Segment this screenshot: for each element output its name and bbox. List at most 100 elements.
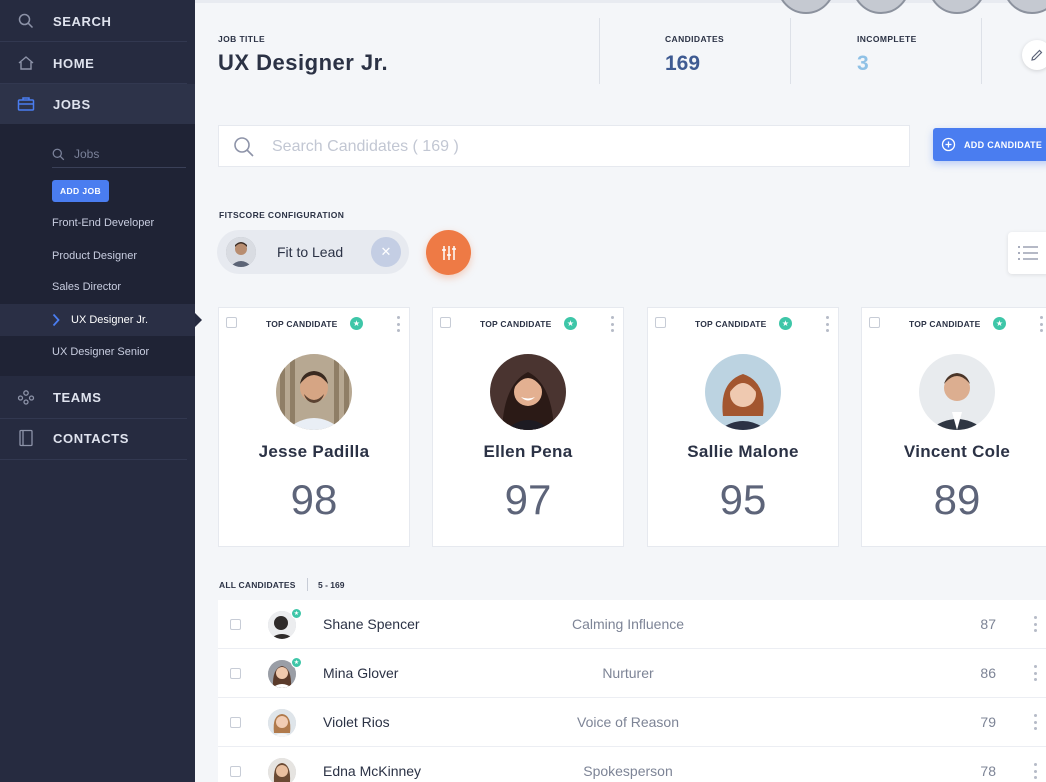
avatar [268, 709, 296, 737]
search-icon [234, 137, 254, 157]
nav-search-label: SEARCH [53, 13, 112, 29]
job-title: UX Designer Jr. [218, 50, 389, 75]
select-checkbox[interactable] [230, 668, 241, 679]
team-avatar[interactable] [777, 0, 835, 14]
select-checkbox[interactable] [440, 317, 451, 328]
home-icon [17, 54, 35, 72]
candidates-label: CANDIDATES [665, 34, 725, 44]
add-job-button[interactable]: ADD JOB [52, 180, 109, 202]
briefcase-icon [17, 95, 35, 113]
fitscore-chip[interactable]: Fit to Lead ✕ [217, 230, 409, 274]
candidate-name: Mina Glover [323, 665, 399, 681]
top-candidate-badge: TOP CANDIDATE [695, 319, 767, 329]
more-vertical-icon[interactable] [610, 316, 614, 332]
top-candidate-badge: TOP CANDIDATE [480, 319, 552, 329]
top-candidate-card[interactable]: TOP CANDIDATE ★ Vincent Cole 89 [861, 307, 1046, 547]
select-checkbox[interactable] [655, 317, 666, 328]
more-vertical-icon[interactable] [1039, 316, 1043, 332]
select-checkbox[interactable] [869, 317, 880, 328]
table-row[interactable]: Edna McKinney Spokesperson 78 [218, 747, 1046, 782]
nav-search[interactable]: SEARCH [0, 1, 195, 41]
all-candidates-range: 5 - 169 [318, 580, 345, 590]
more-vertical-icon[interactable] [1033, 763, 1037, 779]
candidate-name: Vincent Cole [903, 442, 1011, 461]
nav-jobs-label: JOBS [53, 96, 91, 112]
select-checkbox[interactable] [230, 766, 241, 777]
job-title-label: JOB TITLE [218, 34, 266, 44]
nav-divider [0, 459, 187, 460]
jobs-search-input[interactable]: Jobs [52, 140, 186, 168]
more-vertical-icon[interactable] [825, 316, 829, 332]
header-divider [981, 18, 982, 84]
candidate-name: Ellen Pena [483, 442, 573, 461]
label-divider [307, 578, 308, 591]
search-icon [52, 148, 65, 161]
candidate-name: Violet Rios [323, 714, 390, 730]
star-icon: ★ [291, 608, 302, 619]
candidates-count: 169 [665, 52, 701, 75]
more-vertical-icon[interactable] [1033, 665, 1037, 681]
edit-job-button[interactable] [1022, 40, 1046, 70]
job-item-label: UX Designer Senior [52, 346, 150, 358]
top-candidate-card[interactable]: TOP CANDIDATE ★ Ellen Pena 97 [432, 307, 624, 547]
sliders-icon [441, 245, 456, 260]
teams-icon [17, 388, 35, 406]
nav-home[interactable]: HOME [0, 43, 195, 83]
fitscore-settings-button[interactable] [426, 230, 471, 275]
team-avatar[interactable] [928, 0, 986, 14]
select-checkbox[interactable] [230, 619, 241, 630]
plus-circle-icon [941, 137, 956, 152]
team-avatar[interactable] [852, 0, 910, 14]
fitscore-chip-label: Fit to Lead [277, 244, 344, 260]
avatar [226, 237, 256, 267]
sidebar-job-sales-director[interactable]: Sales Director [0, 271, 195, 303]
avatar [919, 354, 995, 430]
candidate-role: Calming Influence [571, 616, 685, 632]
top-candidate-badge: TOP CANDIDATE [266, 319, 338, 329]
top-border [195, 0, 1046, 3]
list-icon [1018, 246, 1038, 260]
list-view-toggle[interactable] [1008, 232, 1046, 274]
table-row[interactable]: ★ Shane Spencer Calming Influence 87 [218, 600, 1046, 649]
sidebar-job-ux-designer-senior[interactable]: UX Designer Senior [0, 336, 195, 368]
nav-teams[interactable]: TEAMS [0, 377, 195, 417]
candidate-role: Spokesperson [583, 763, 673, 779]
select-checkbox[interactable] [226, 317, 237, 328]
select-checkbox[interactable] [230, 717, 241, 728]
fitscore-config-label: FITSCORE CONFIGURATION [219, 210, 345, 220]
sidebar-job-product-designer[interactable]: Product Designer [0, 240, 195, 272]
star-icon: ★ [291, 657, 302, 668]
candidate-score: 98 [290, 476, 338, 523]
table-row[interactable]: Violet Rios Voice of Reason 79 [218, 698, 1046, 747]
nav-contacts[interactable]: CONTACTS [0, 418, 195, 458]
more-vertical-icon[interactable] [1033, 616, 1037, 632]
sidebar: SEARCH HOME JOBS Jobs ADD JOB Front-End … [0, 0, 195, 782]
avatar [705, 354, 781, 430]
add-candidate-button[interactable]: ADD CANDIDATE [933, 128, 1046, 161]
nav-jobs[interactable]: JOBS [0, 84, 195, 124]
top-candidate-card[interactable]: TOP CANDIDATE ★ Jesse Padilla 98 [218, 307, 410, 547]
candidate-name: Shane Spencer [323, 616, 420, 632]
team-avatar[interactable] [1003, 0, 1046, 14]
jobs-search-placeholder: Jobs [74, 146, 100, 161]
top-candidate-card[interactable]: TOP CANDIDATE ★ Sallie Malone 95 [647, 307, 839, 547]
candidate-list: ★ Shane Spencer Calming Influence 87 ★ M… [218, 600, 1046, 782]
job-item-label: Product Designer [52, 250, 137, 262]
contacts-icon [17, 429, 35, 447]
more-vertical-icon[interactable] [396, 316, 400, 332]
close-icon[interactable]: ✕ [371, 237, 401, 267]
job-item-label: Sales Director [52, 281, 122, 293]
table-row[interactable]: ★ Mina Glover Nurturer 86 [218, 649, 1046, 698]
add-candidate-label: ADD CANDIDATE [964, 139, 1043, 150]
sidebar-job-front-end-developer[interactable]: Front-End Developer [0, 207, 195, 239]
nav-home-label: HOME [53, 55, 95, 71]
header-divider [599, 18, 600, 84]
candidate-role: Nurturer [602, 665, 654, 681]
more-vertical-icon[interactable] [1033, 714, 1037, 730]
sidebar-job-ux-designer-jr[interactable]: UX Designer Jr. [0, 304, 195, 336]
candidate-name: Edna McKinney [323, 763, 422, 779]
search-candidates-input[interactable] [272, 135, 872, 159]
top-candidate-badge: TOP CANDIDATE [909, 319, 981, 329]
incomplete-count: 3 [857, 52, 869, 75]
nav-divider [0, 41, 187, 42]
